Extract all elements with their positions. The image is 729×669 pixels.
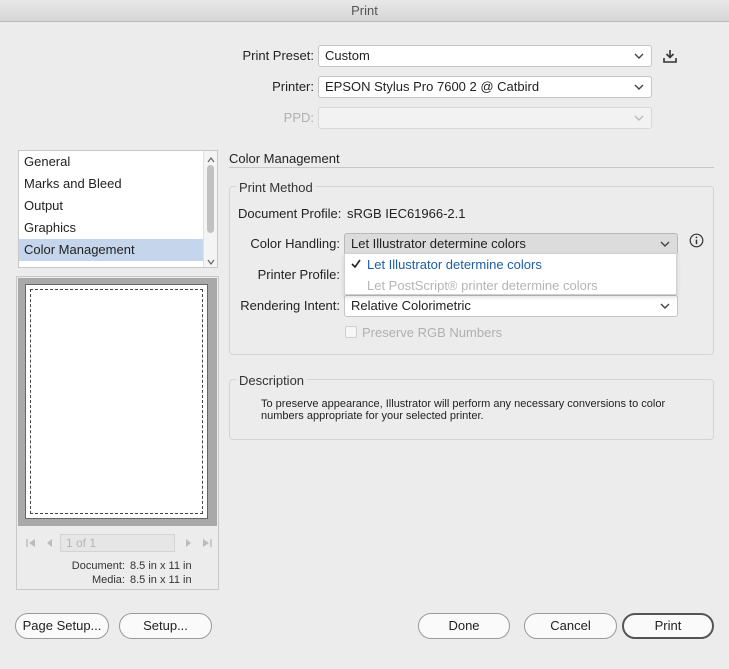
ppd-label: PPD: — [283, 110, 314, 125]
chevron-down-icon[interactable] — [206, 255, 216, 265]
print-preview: 1 of 1 Document: 8.5 in x 11 in Media: 8… — [16, 276, 219, 590]
window-title: Print — [0, 0, 729, 22]
print-method-title: Print Method — [236, 180, 316, 195]
preview-area[interactable] — [18, 278, 217, 526]
setup-button[interactable]: Setup... — [119, 613, 212, 639]
document-profile-value: sRGB IEC61966-2.1 — [347, 206, 466, 221]
panel-title: Color Management — [229, 151, 340, 166]
first-page-icon[interactable] — [25, 537, 37, 552]
menu-item-postscript-determines: Let PostScript® printer determine colors — [367, 278, 598, 293]
media-size-label: Media: — [91, 574, 125, 586]
document-size-value: 8.5 in x 11 in — [130, 560, 192, 572]
save-preset-icon[interactable] — [662, 48, 678, 67]
description-title: Description — [236, 373, 308, 388]
scroll-thumb[interactable] — [207, 165, 214, 233]
print-preset-value: Custom — [325, 48, 370, 63]
preview-page — [25, 284, 208, 519]
next-page-icon[interactable] — [182, 537, 194, 552]
menu-item-illustrator-determines[interactable]: Let Illustrator determine colors — [367, 255, 542, 275]
page-navigator: 1 of 1 — [17, 533, 218, 553]
done-button[interactable]: Done — [418, 613, 510, 639]
imageable-area — [30, 289, 203, 514]
page-number-field[interactable]: 1 of 1 — [60, 534, 175, 552]
ppd-select[interactable] — [318, 107, 652, 129]
sidebar-item-output[interactable]: Output — [19, 195, 205, 217]
color-handling-label: Color Handling: — [250, 236, 340, 251]
chevron-down-icon — [659, 300, 671, 312]
checkmark-icon — [350, 258, 362, 273]
color-handling-menu: Let Illustrator determine colors Let Pos… — [344, 253, 677, 295]
print-button[interactable]: Print — [622, 613, 714, 639]
last-page-icon[interactable] — [201, 537, 213, 552]
print-preset-select[interactable]: Custom — [318, 45, 652, 67]
printer-value: EPSON Stylus Pro 7600 2 @ Catbird — [325, 79, 540, 94]
page-setup-button[interactable]: Page Setup... — [15, 613, 109, 639]
description-text: To preserve appearance, Illustrator will… — [261, 398, 666, 422]
rendering-intent-select[interactable]: Relative Colorimetric — [344, 295, 678, 317]
media-size-value: 8.5 in x 11 in — [130, 574, 192, 586]
sidebar-item-graphics[interactable]: Graphics — [19, 217, 205, 239]
chevron-down-icon — [659, 238, 671, 250]
previous-page-icon[interactable] — [44, 537, 56, 552]
cancel-button[interactable]: Cancel — [524, 613, 617, 639]
chevron-down-icon — [633, 81, 645, 93]
preserve-rgb-label: Preserve RGB Numbers — [362, 325, 503, 340]
color-handling-value: Let Illustrator determine colors — [351, 236, 526, 251]
category-list[interactable]: General Marks and Bleed Output Graphics … — [18, 150, 218, 268]
preserve-rgb-checkbox[interactable] — [345, 326, 357, 338]
document-size-label: Document: — [71, 560, 125, 572]
list-scrollbar[interactable] — [203, 151, 217, 267]
sidebar-item-general[interactable]: General — [19, 151, 205, 173]
printer-label: Printer: — [272, 79, 314, 94]
chevron-down-icon — [633, 112, 645, 124]
page-dimensions: Document: 8.5 in x 11 in Media: 8.5 in x… — [17, 559, 218, 587]
chevron-up-icon[interactable] — [206, 153, 216, 163]
document-profile-label: Document Profile: — [238, 206, 342, 221]
sidebar-item-marks-and-bleed[interactable]: Marks and Bleed — [19, 173, 205, 195]
print-preset-label: Print Preset: — [242, 48, 314, 63]
sidebar-item-color-management[interactable]: Color Management — [19, 239, 205, 261]
color-handling-select[interactable]: Let Illustrator determine colors — [344, 233, 678, 255]
printer-select[interactable]: EPSON Stylus Pro 7600 2 @ Catbird — [318, 76, 652, 98]
rendering-intent-label: Rendering Intent: — [240, 298, 340, 313]
info-icon[interactable] — [689, 233, 704, 251]
chevron-down-icon — [633, 50, 645, 62]
rendering-intent-value: Relative Colorimetric — [351, 298, 471, 313]
panel-divider — [229, 167, 714, 168]
printer-profile-label: Printer Profile: — [257, 267, 340, 282]
